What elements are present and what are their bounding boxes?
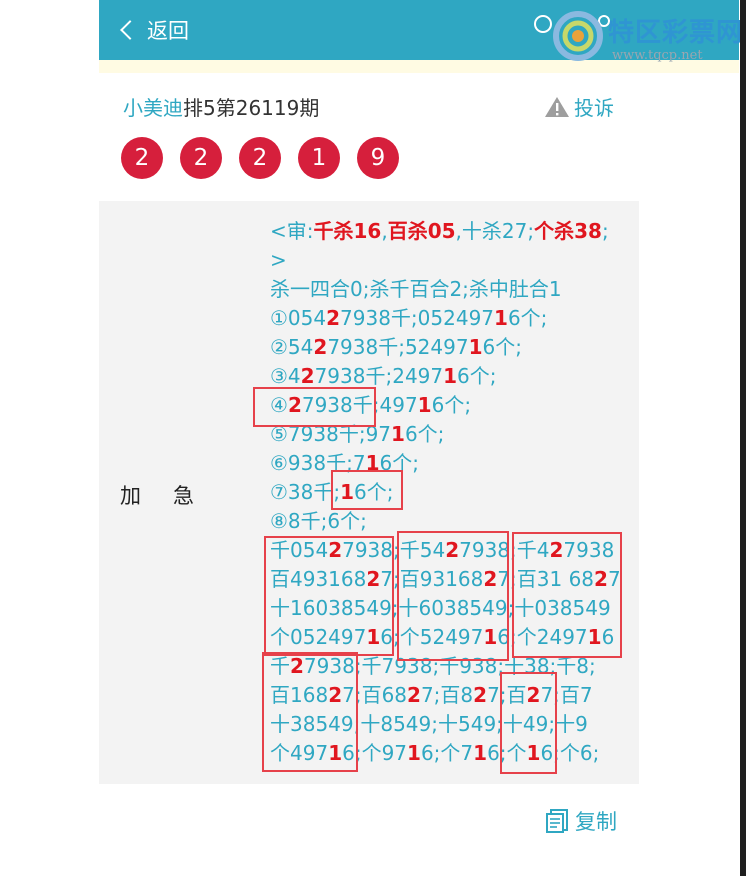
prediction-text-segment: 6个; bbox=[457, 364, 497, 388]
issue-label: 排5第26119期 bbox=[183, 96, 320, 120]
prediction-line: <审:千杀16,百杀05,十杀27;个杀38; bbox=[270, 217, 640, 246]
prediction-text-segment: ⑦38千; bbox=[270, 480, 341, 504]
back-label: 返回 bbox=[147, 19, 189, 43]
highlight-digit: 2 bbox=[407, 683, 421, 707]
window-edge bbox=[740, 0, 746, 876]
watermark-logo-icon bbox=[553, 11, 603, 61]
prediction-text-segment: ,十杀27; bbox=[455, 219, 535, 243]
annotation-box bbox=[331, 470, 403, 510]
prediction-text-segment: 7;百8 bbox=[420, 683, 474, 707]
copy-button[interactable]: 复制 bbox=[545, 806, 617, 836]
highlight-digit: 2 bbox=[300, 364, 315, 388]
copy-label: 复制 bbox=[575, 810, 617, 834]
result-ball: 9 bbox=[357, 137, 399, 179]
prediction-text-segment: 7938千;2497 bbox=[314, 364, 444, 388]
highlight-digit: 1 bbox=[407, 741, 421, 765]
copy-icon bbox=[546, 809, 568, 833]
highlight-digit: 1 bbox=[443, 364, 458, 388]
warning-icon bbox=[545, 96, 569, 117]
highlight-digit: 千杀16 bbox=[313, 219, 382, 243]
highlight-digit: 个杀38 bbox=[534, 219, 602, 243]
prediction-line: > bbox=[270, 246, 640, 275]
result-ball: 2 bbox=[239, 137, 281, 179]
prediction-text-segment: 6个; bbox=[431, 393, 472, 417]
highlight-digit: 1 bbox=[494, 306, 508, 330]
prediction-text-segment: ③4 bbox=[270, 364, 301, 388]
highlight-digit: 1 bbox=[473, 741, 488, 765]
result-ball: 1 bbox=[298, 137, 340, 179]
annotation-box bbox=[253, 387, 376, 427]
prediction-text-segment: 杀一四合0;杀千百合2;杀中肚合1 bbox=[270, 277, 562, 301]
prediction-text-segment: ②54 bbox=[270, 335, 314, 359]
post-title: 小美迪排5第26119期 bbox=[123, 92, 319, 121]
highlight-digit: 1 bbox=[417, 393, 432, 417]
prediction-text-segment: 6;个7 bbox=[420, 741, 474, 765]
watermark: 特区彩票网 www.tqcp.net bbox=[548, 6, 744, 66]
prediction-text-segment: 7938千;052497 bbox=[340, 306, 495, 330]
highlight-digit: 百杀05 bbox=[387, 219, 456, 243]
watermark-name: 特区彩票网 bbox=[608, 18, 744, 48]
annotation-box bbox=[264, 536, 394, 656]
prediction-line: 杀一四合0;杀千百合2;杀中肚合1 bbox=[270, 275, 640, 304]
watermark-url: www.tqcp.net bbox=[612, 48, 703, 63]
prediction-line: ①05427938千;05249716个; bbox=[270, 304, 640, 333]
prediction-text-segment: ①054 bbox=[270, 306, 327, 330]
prediction-line: ②5427938千;5249716个; bbox=[270, 333, 640, 362]
prediction-text-segment: > bbox=[270, 248, 287, 272]
prediction-text-segment: 6个; bbox=[482, 335, 522, 359]
annotation-box bbox=[512, 532, 622, 658]
prediction-text-segment: ⑧8千;6个; bbox=[270, 509, 367, 533]
back-button[interactable]: 返回 bbox=[119, 14, 189, 46]
annotation-box bbox=[262, 652, 358, 772]
prediction-text-segment: <审: bbox=[270, 219, 314, 243]
row-label: 加急 bbox=[120, 484, 226, 508]
highlight-digit: 1 bbox=[468, 335, 483, 359]
highlight-digit: 2 bbox=[473, 683, 488, 707]
prediction-text-segment: 7938千;52497 bbox=[327, 335, 469, 359]
prediction-text-segment: 6个; bbox=[507, 306, 548, 330]
highlight-digit: 1 bbox=[391, 422, 405, 446]
report-label: 投诉 bbox=[574, 96, 614, 120]
prediction-text-segment: ; bbox=[601, 219, 609, 243]
result-balls: 2 2 2 1 9 bbox=[121, 137, 416, 179]
result-ball: 2 bbox=[180, 137, 222, 179]
result-ball: 2 bbox=[121, 137, 163, 179]
annotation-box bbox=[397, 531, 509, 661]
author-link[interactable]: 小美迪 bbox=[123, 96, 183, 120]
report-button[interactable]: 投诉 bbox=[544, 92, 614, 121]
prediction-text-segment: 6个; bbox=[404, 422, 445, 446]
prediction-line: ⑥938千;716个; bbox=[270, 449, 640, 478]
annotation-box bbox=[500, 672, 557, 774]
chevron-left-icon bbox=[120, 20, 140, 40]
prediction-line: ⑦38千;16个; bbox=[270, 478, 640, 507]
highlight-digit: 2 bbox=[326, 306, 341, 330]
highlight-digit: 2 bbox=[313, 335, 328, 359]
